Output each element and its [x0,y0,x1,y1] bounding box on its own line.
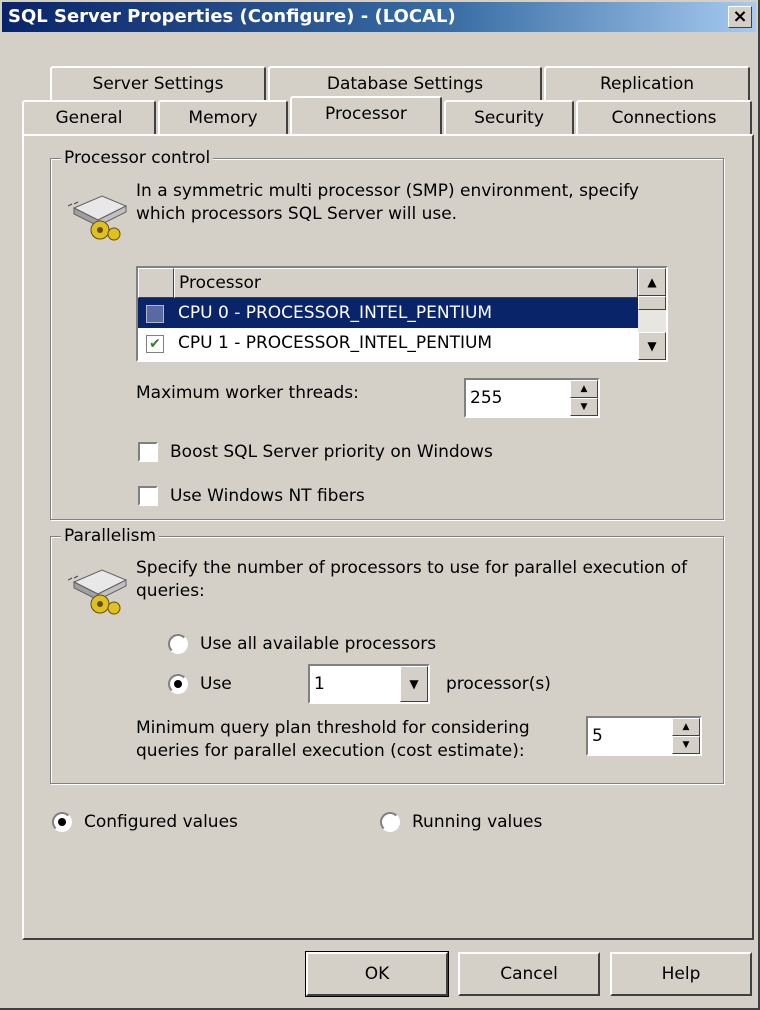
radio-selected-dot [58,818,66,826]
processor-chip-icon [68,569,128,615]
tab-general[interactable]: General [22,100,156,134]
processor-list[interactable]: Processor CPU 0 - PROCESSOR_INTEL_PENTIU… [136,266,668,362]
radio-selected-dot [174,680,182,688]
use-n-processors-label[interactable]: Use [200,673,232,695]
processor-checkbox[interactable] [146,305,164,323]
spin-down-arrow-icon[interactable]: ▼ [672,736,700,754]
title-bar: SQL Server Properties (Configure) - (LOC… [2,2,756,32]
chevron-down-icon[interactable]: ▼ [400,666,428,702]
close-button[interactable]: × [728,6,752,28]
configured-values-radio[interactable] [52,812,72,832]
boost-priority-label[interactable]: Boost SQL Server priority on Windows [170,441,493,463]
parallelism-label: Parallelism [61,525,160,547]
configured-values-label[interactable]: Configured values [84,811,238,833]
processor-checkbox[interactable]: ✔ [146,335,164,353]
tab-security[interactable]: Security [444,100,574,134]
processor-description-line2: which processors SQL Server will use. [136,204,458,224]
processor-row-label: CPU 1 - PROCESSOR_INTEL_PENTIUM [178,333,493,353]
parallelism-description-line2: queries: [136,581,205,601]
nt-fibers-label[interactable]: Use Windows NT fibers [170,485,365,507]
processor-control-label: Processor control [61,147,214,169]
spin-up-arrow-icon[interactable]: ▲ [672,718,700,736]
tab-connections[interactable]: Connections [576,100,752,134]
processor-count-select[interactable]: 1 ▼ [308,664,430,704]
list-item[interactable]: CPU 0 - PROCESSOR_INTEL_PENTIUM [138,298,638,328]
scroll-up-arrow-icon[interactable]: ▲ [638,268,666,296]
checkbox-column-header[interactable] [138,268,174,298]
tab-memory[interactable]: Memory [158,100,288,134]
max-worker-threads-label: Maximum worker threads: [136,383,359,403]
window-title: SQL Server Properties (Configure) - (LOC… [8,6,456,27]
list-scrollbar[interactable]: ▲ ▼ [638,268,666,360]
max-worker-threads-value: 255 [470,388,503,408]
processors-suffix-label: processor(s) [446,674,551,694]
use-all-processors-radio[interactable] [168,634,188,654]
boost-priority-checkbox[interactable] [138,442,158,462]
threshold-value: 5 [592,726,603,746]
nt-fibers-checkbox[interactable] [138,486,158,506]
tab-replication[interactable]: Replication [544,66,750,100]
processor-count-value: 1 [314,674,325,694]
tab-processor[interactable]: Processor [290,96,442,134]
processor-list-header: Processor [138,268,638,298]
threshold-stepper[interactable]: 5 ▲ ▼ [586,716,702,756]
threshold-label-line2: queries for parallel execution (cost est… [136,741,525,761]
parallelism-description-line1: Specify the number of processors to use … [136,558,688,578]
properties-dialog: SQL Server Properties (Configure) - (LOC… [0,0,760,1010]
running-values-radio[interactable] [380,812,400,832]
processor-row-label: CPU 0 - PROCESSOR_INTEL_PENTIUM [178,303,493,323]
running-values-label[interactable]: Running values [412,811,542,833]
processor-description-line1: In a symmetric multi processor (SMP) env… [136,181,639,201]
processor-column-header[interactable]: Processor [174,268,638,298]
use-n-processors-radio[interactable] [168,674,188,694]
spin-down-arrow-icon[interactable]: ▼ [570,398,598,416]
tab-database-settings[interactable]: Database Settings [268,66,542,100]
threshold-label-line1: Minimum query plan threshold for conside… [136,718,530,738]
scroll-thumb[interactable] [638,296,666,310]
tab-server-settings[interactable]: Server Settings [50,66,266,100]
cancel-button[interactable]: Cancel [458,952,600,996]
scroll-down-arrow-icon[interactable]: ▼ [638,332,666,360]
list-item[interactable]: ✔ CPU 1 - PROCESSOR_INTEL_PENTIUM [138,328,638,358]
spin-up-arrow-icon[interactable]: ▲ [570,380,598,398]
max-worker-threads-stepper[interactable]: 255 ▲ ▼ [464,378,600,418]
help-button[interactable]: Help [610,952,752,996]
ok-button[interactable]: OK [305,951,449,997]
use-all-processors-label[interactable]: Use all available processors [200,633,436,655]
processor-chip-icon [68,195,128,241]
